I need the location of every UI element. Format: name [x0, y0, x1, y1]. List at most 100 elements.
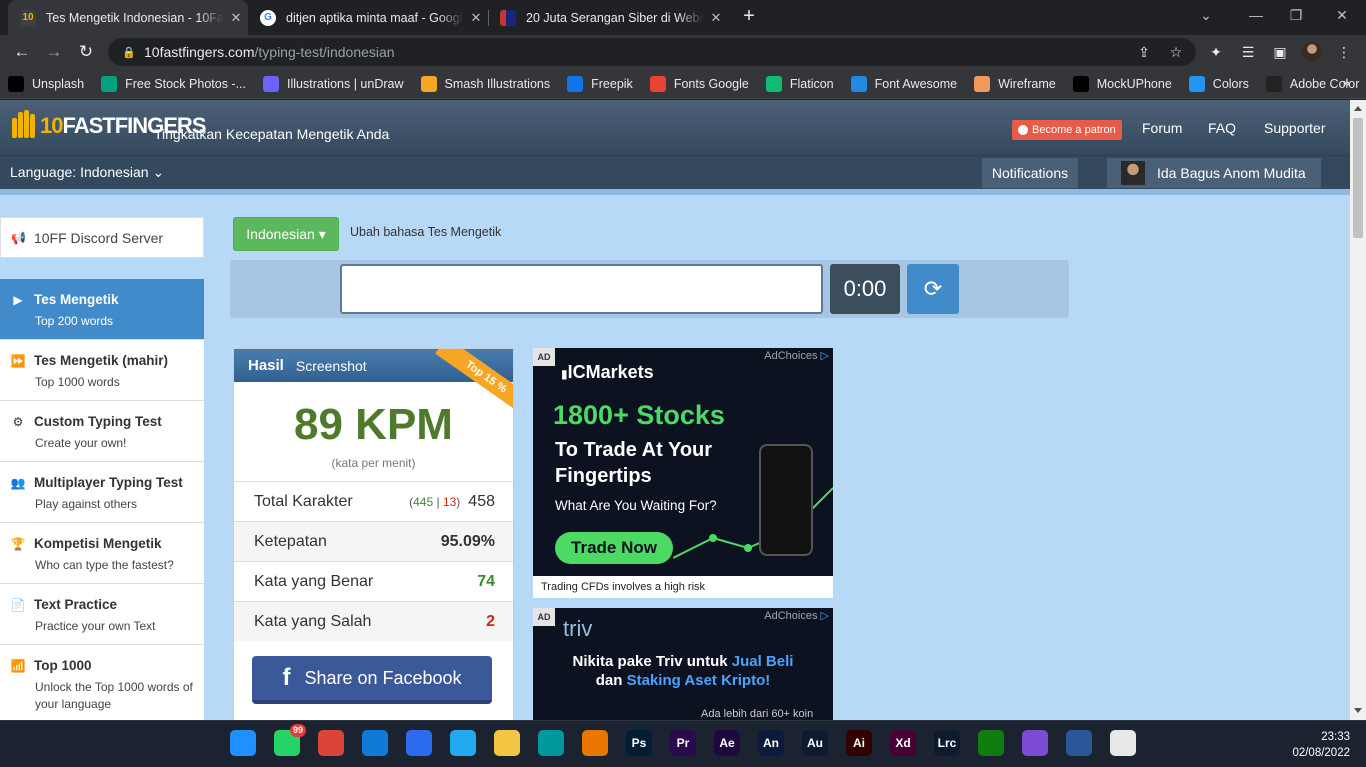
share-icon[interactable]: ⇪: [1134, 42, 1154, 62]
sidebar-item-multiplayer-typing-test[interactable]: 👥 Multiplayer Typing Test Play against oth…: [0, 462, 204, 523]
extensions-puzzle-icon[interactable]: ✦: [1206, 42, 1226, 62]
kebab-menu-icon[interactable]: ⋮: [1334, 42, 1354, 62]
animate-icon[interactable]: An: [758, 730, 784, 756]
file-explorer-icon[interactable]: [494, 730, 520, 756]
tab-search-chevron-icon[interactable]: ⌄: [1186, 4, 1226, 28]
discord-server-link[interactable]: 📢 10FF Discord Server: [0, 217, 204, 258]
forward-arrow-icon[interactable]: →: [42, 41, 66, 63]
restart-test-button[interactable]: ⟳: [907, 264, 959, 314]
signal-icon[interactable]: [406, 730, 432, 756]
bookmark-pexels[interactable]: Free Stock Photos -...: [101, 75, 246, 92]
close-tab-icon[interactable]: ✕: [224, 10, 248, 26]
language-dropdown-button[interactable]: Indonesian ▾: [233, 217, 339, 251]
bookmark-google-fonts[interactable]: Fonts Google: [649, 75, 749, 92]
minimize-icon[interactable]: —: [1236, 4, 1276, 28]
snipping-tool-icon[interactable]: [1110, 730, 1136, 756]
page-scrollbar[interactable]: [1350, 100, 1366, 720]
row-value: 74: [477, 572, 495, 590]
sidebar-item-kompetisi-mengetik[interactable]: 🏆 Kompetisi Mengetik Who can type the fast…: [0, 523, 204, 584]
nav-supporter[interactable]: Supporter: [1264, 120, 1325, 136]
nav-forum[interactable]: Forum: [1142, 120, 1182, 136]
language-selector[interactable]: Language: Indonesian ⌄: [10, 164, 164, 181]
clock-date: 02/08/2022: [1292, 747, 1350, 759]
reload-icon[interactable]: ↻: [74, 41, 98, 63]
xd-icon[interactable]: Xd: [890, 730, 916, 756]
lock-icon[interactable]: 🔒: [122, 46, 136, 59]
screenshot-tab[interactable]: Screenshot: [296, 358, 367, 374]
scroll-down-icon[interactable]: [1354, 708, 1362, 713]
tab-google-search[interactable]: G ditjen aptika minta maaf - Google Sear…: [248, 0, 488, 35]
notifications-button[interactable]: Notifications: [982, 158, 1078, 188]
xbox-icon[interactable]: [978, 730, 1004, 756]
premiere-icon[interactable]: Pr: [670, 730, 696, 756]
after-effects-icon[interactable]: Ae: [714, 730, 740, 756]
adchoices-link[interactable]: AdChoices ▷: [764, 349, 829, 362]
bookmark-star-icon[interactable]: ☆: [1166, 42, 1186, 62]
trade-now-button[interactable]: Trade Now: [555, 532, 673, 564]
sidebar-item-tes-mengetik[interactable]: ▶ Tes Mengetik Top 200 words: [0, 279, 204, 340]
audition-icon[interactable]: Au: [802, 730, 828, 756]
chrome-icon[interactable]: [318, 730, 344, 756]
bookmark-colors[interactable]: Colors: [1188, 75, 1249, 92]
vscode-icon[interactable]: [450, 730, 476, 756]
bookmark-font-awesome[interactable]: Font Awesome: [850, 75, 957, 92]
language-label: Language: Indonesian: [10, 164, 149, 180]
lightroom-classic-icon[interactable]: Lrc: [934, 730, 960, 756]
ad-triv[interactable]: AD AdChoices ▷ triv Nikita pake Triv unt…: [533, 608, 833, 720]
window-close-icon[interactable]: ✕: [1322, 4, 1362, 28]
tab-10fastfingers[interactable]: 10 Tes Mengetik Indonesian - 10FastFinge…: [8, 0, 248, 35]
sidebar-item-title: Tes Mengetik: [34, 292, 119, 307]
sidebar-item-tes-mengetik-mahir[interactable]: ⏩ Tes Mengetik (mahir) Top 1000 words: [0, 340, 204, 401]
nav-faq[interactable]: FAQ: [1208, 120, 1236, 136]
side-panel-icon[interactable]: ▣: [1270, 42, 1290, 62]
windows-start-icon[interactable]: [230, 730, 256, 756]
whatsapp-icon[interactable]: 99: [274, 724, 306, 756]
user-menu[interactable]: Ida Bagus Anom Mudita: [1107, 158, 1321, 188]
bookmark-undraw[interactable]: Illustrations | unDraw: [263, 75, 404, 92]
ad-brand: ▮ICMarkets: [561, 362, 654, 382]
adchoices-link[interactable]: AdChoices ▷: [764, 609, 829, 622]
tab-news[interactable]: 20 Juta Serangan Siber di Website ✕: [488, 0, 728, 35]
system-clock[interactable]: 23:33 02/08/2022: [1292, 729, 1350, 761]
colors-icon: [1188, 75, 1205, 92]
typing-bar: 0:00 ⟳: [230, 260, 1069, 318]
result-panel: Hasil Screenshot Top 15 % 89 KPM (kata p…: [233, 348, 514, 720]
bookmark-smash[interactable]: Smash Illustrations: [420, 75, 550, 92]
blender-icon[interactable]: [582, 730, 608, 756]
photoshop-icon[interactable]: Ps: [626, 730, 652, 756]
bookmark-label: Colors: [1212, 76, 1249, 91]
share-facebook-button[interactable]: f Share on Facebook: [252, 656, 492, 704]
bookmarks-overflow-icon[interactable]: »: [1343, 75, 1350, 90]
restore-icon[interactable]: ❐: [1276, 4, 1316, 28]
word-icon[interactable]: [1066, 730, 1092, 756]
address-bar[interactable]: 🔒 10fastfingers.com /typing-test/indones…: [108, 38, 1196, 66]
scroll-up-icon[interactable]: [1354, 106, 1362, 111]
scrollbar-thumb[interactable]: [1353, 118, 1363, 238]
become-patron-button[interactable]: Become a patron: [1012, 120, 1122, 140]
bookmark-label: MockUPhone: [1096, 76, 1172, 91]
media-control-icon[interactable]: ☰: [1238, 42, 1258, 62]
sidebar-item-top-1000[interactable]: 📶 Top 1000 Unlock the Top 1000 words of yo…: [0, 645, 204, 720]
bookmark-unsplash[interactable]: Unsplash: [8, 75, 84, 92]
new-tab-plus-icon[interactable]: +: [738, 6, 760, 28]
bookmark-mockuphone[interactable]: MockUPhone: [1072, 75, 1172, 92]
10ff-icon: 10: [20, 9, 36, 26]
edge-icon[interactable]: [362, 730, 388, 756]
app-icon[interactable]: [1022, 730, 1048, 756]
smash-icon: [420, 75, 437, 92]
ad-icmarkets[interactable]: AD AdChoices ▷ ▮ICMarkets 1800+ Stocks T…: [533, 348, 833, 598]
back-arrow-icon[interactable]: ←: [10, 41, 34, 63]
profile-avatar[interactable]: [1302, 42, 1322, 62]
bookmark-flaticon[interactable]: Flaticon: [765, 75, 834, 92]
arduino-icon[interactable]: [538, 730, 564, 756]
separator: |: [436, 494, 440, 509]
close-tab-icon[interactable]: ✕: [464, 10, 488, 26]
typing-input[interactable]: [340, 264, 823, 314]
sidebar-item-custom-typing-test[interactable]: ⚙ Custom Typing Test Create your own!: [0, 401, 204, 462]
bookmark-freepik[interactable]: Freepik: [567, 75, 633, 92]
illustrator-icon[interactable]: Ai: [846, 730, 872, 756]
close-tab-icon[interactable]: ✕: [704, 10, 728, 26]
sidebar-item-text-practice[interactable]: 📄 Text Practice Practice your own Text: [0, 584, 204, 645]
bookmark-wireframe[interactable]: Wireframe: [974, 75, 1056, 92]
row-label: Total Karakter: [254, 492, 353, 510]
